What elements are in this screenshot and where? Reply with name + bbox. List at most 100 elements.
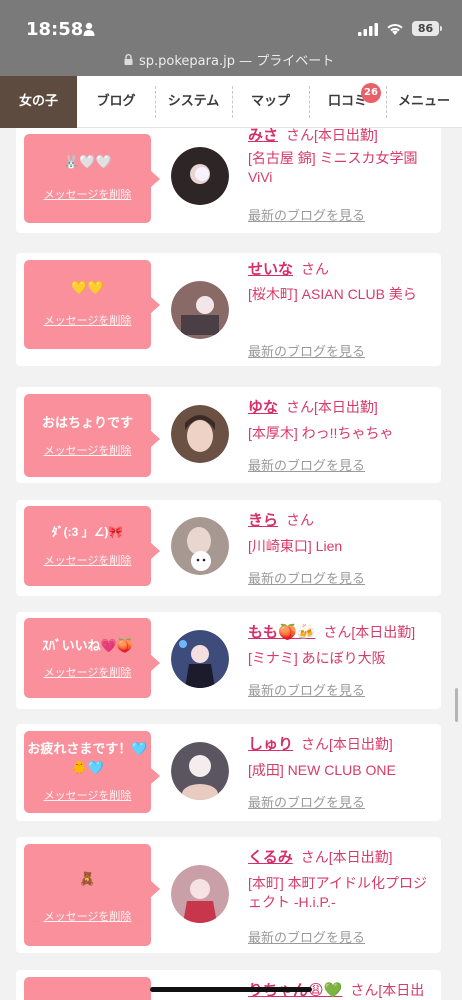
avatar[interactable] <box>171 147 229 205</box>
message-bubble: ｽﾊﾞいいね💗🍑 メッセージを削除 <box>24 618 160 698</box>
scrollbar-thumb[interactable] <box>455 688 458 722</box>
message-card: りちゃん😩💚さん[本日出 <box>16 970 441 1000</box>
url-private-label: — プライベート <box>234 54 335 69</box>
card-info: くるみ さん[本日出勤] [本町] 本町アイドル化プロジェクト -H.i.P.- <box>248 848 438 912</box>
avatar-photo <box>171 517 229 575</box>
avatar[interactable] <box>171 630 229 688</box>
honorific-label: さん <box>286 399 315 415</box>
message-bubble <box>24 977 151 1000</box>
home-indicator[interactable] <box>150 987 312 992</box>
attendance-status: [本日出 <box>378 982 425 998</box>
latest-blog-link[interactable]: 最新のブログを見る <box>248 927 365 946</box>
shop-name: [桜木町] ASIAN CLUB 美ら <box>248 286 417 302</box>
latest-blog-link[interactable]: 最新のブログを見る <box>248 792 365 811</box>
shop-name: [名古屋 錦] ミニスカ女学園ViVi <box>248 150 418 185</box>
message-text: 🐰🤍🤍 <box>63 154 112 169</box>
avatar-photo <box>171 147 229 205</box>
card-info: きら さん [川崎東口] Lien <box>248 511 438 556</box>
latest-blog-link[interactable]: 最新のブログを見る <box>248 205 365 224</box>
url-bar[interactable]: sp.pokepara.jp — プライベート <box>0 44 462 76</box>
message-card: 💛💛 メッセージを削除 せいな さん [桜木町] ASIAN CLUB 美ら 最新… <box>16 253 441 366</box>
attendance-status: [本日出勤] <box>351 624 416 640</box>
delete-message-link[interactable]: メッセージを削除 <box>24 312 151 328</box>
tab-blog[interactable]: ブログ <box>77 76 155 128</box>
message-text: お疲れさまです！🩵🐥🩵 <box>27 741 148 775</box>
avatar-photo <box>171 742 229 800</box>
avatar-photo <box>171 630 229 688</box>
tab-system[interactable]: システム <box>155 76 232 128</box>
message-bubble: 💛💛 メッセージを削除 <box>24 260 160 349</box>
honorific-label: さん <box>301 736 330 752</box>
shop-name: [ミナミ] あにぼり大阪 <box>248 650 386 666</box>
message-card: 🧸 メッセージを削除 くるみ さん[本日出勤] [本町] 本町アイドル化プロジェク… <box>16 837 441 953</box>
avatar[interactable] <box>171 405 229 463</box>
attendance-status: [本日出勤] <box>329 736 393 752</box>
honorific-label: さん <box>286 512 315 528</box>
message-list: 🐰🤍🤍 メッセージを削除 みさ さん[本日出勤] [名古屋 錦] ミニスカ女学園V… <box>0 128 462 1000</box>
avatar[interactable] <box>171 281 229 339</box>
latest-blog-link[interactable]: 最新のブログを見る <box>248 455 365 474</box>
card-info: せいな さん [桜木町] ASIAN CLUB 美ら <box>248 260 438 304</box>
attendance-status: [本日出勤] <box>314 128 378 143</box>
message-text: ﾀﾞ(:3 」∠)🎀 <box>51 525 124 539</box>
message-text: 🧸 <box>79 871 96 886</box>
delete-message-link[interactable]: メッセージを削除 <box>24 664 151 680</box>
card-info: みさ さん[本日出勤] [名古屋 錦] ミニスカ女学園ViVi <box>248 128 438 187</box>
avatar[interactable] <box>171 517 229 575</box>
girl-name-link[interactable]: せいな <box>248 261 293 278</box>
url-text: sp.pokepara.jp — プライベート <box>139 50 334 69</box>
reviews-count-badge: 26 <box>361 83 381 103</box>
latest-blog-link[interactable]: 最新のブログを見る <box>248 680 365 699</box>
girl-name-link[interactable]: きら <box>248 512 278 529</box>
avatar[interactable] <box>171 742 229 800</box>
girl-name-link[interactable]: くるみ <box>248 849 293 866</box>
message-text: ｽﾊﾞいいね💗🍑 <box>42 638 133 653</box>
honorific-label: さん <box>300 849 329 865</box>
honorific-label: さん <box>286 128 315 143</box>
honorific-label: さん <box>323 624 352 640</box>
delete-message-link[interactable]: メッセージを削除 <box>24 787 151 803</box>
message-bubble: お疲れさまです！🩵🐥🩵 メッセージを削除 <box>24 731 160 813</box>
card-info: もも🍑🍻 さん[本日出勤] [ミナミ] あにぼり大阪 <box>248 623 438 668</box>
honorific-label: さん <box>350 982 379 998</box>
shop-name: [本厚木] わっ!!ちゃちゃ <box>248 425 394 441</box>
delete-message-link[interactable]: メッセージを削除 <box>24 552 151 568</box>
avatar-photo <box>171 865 229 923</box>
tab-girls[interactable]: 女の子 <box>0 76 77 128</box>
battery-indicator: 86 <box>412 21 439 36</box>
shop-name: [川崎東口] Lien <box>248 538 343 554</box>
cellular-signal-icon <box>358 23 378 36</box>
message-bubble: ﾀﾞ(:3 」∠)🎀 メッセージを削除 <box>24 506 160 586</box>
delete-message-link[interactable]: メッセージを削除 <box>24 908 151 924</box>
delete-message-link[interactable]: メッセージを削除 <box>24 442 151 458</box>
attendance-status: [本日出勤] <box>314 399 378 415</box>
message-card: 🐰🤍🤍 メッセージを削除 みさ さん[本日出勤] [名古屋 錦] ミニスカ女学園V… <box>16 128 441 233</box>
message-card: ﾀﾞ(:3 」∠)🎀 メッセージを削除 きら さん [川崎東口] Lien 最新の… <box>16 500 441 596</box>
status-bar: 18:58 86 <box>0 0 462 44</box>
nav-bar: 女の子 ブログ システム マップ 口コミ 26 メニュー <box>0 76 462 128</box>
message-card: おはちょりです メッセージを削除 ゆな さん[本日出勤] [本厚木] わっ!!ちゃ… <box>16 387 441 483</box>
message-bubble: 🐰🤍🤍 メッセージを削除 <box>24 134 160 223</box>
latest-blog-link[interactable]: 最新のブログを見る <box>248 568 365 587</box>
attendance-status: [本日出勤] <box>328 849 393 865</box>
shop-name: [成田] NEW CLUB ONE <box>248 762 396 778</box>
shop-name: [本町] 本町アイドル化プロジェクト -H.i.P.- <box>248 875 427 910</box>
girl-name-link[interactable]: みさ <box>248 128 278 144</box>
message-card: ｽﾊﾞいいね💗🍑 メッセージを削除 もも🍑🍻 さん[本日出勤] [ミナミ] あにぼ… <box>16 612 441 709</box>
avatar[interactable] <box>171 865 229 923</box>
lock-icon <box>124 54 133 65</box>
tab-menu[interactable]: メニュー <box>386 76 462 128</box>
delete-message-link[interactable]: メッセージを削除 <box>24 186 151 202</box>
person-icon <box>83 22 95 36</box>
girl-name-link[interactable]: しゅり <box>248 736 293 753</box>
girl-name-link[interactable]: もも🍑🍻 <box>248 624 315 641</box>
avatar-photo <box>171 405 229 463</box>
status-time: 18:58 <box>26 19 84 40</box>
girl-name-link[interactable]: ゆな <box>248 399 278 416</box>
url-domain: sp.pokepara.jp <box>139 54 235 69</box>
battery-cap <box>440 26 442 31</box>
latest-blog-link[interactable]: 最新のブログを見る <box>248 341 365 360</box>
message-card: お疲れさまです！🩵🐥🩵 メッセージを削除 しゅり さん[本日出勤] [成田] NE… <box>16 724 441 821</box>
honorific-label: さん <box>301 261 330 277</box>
tab-map[interactable]: マップ <box>232 76 309 128</box>
